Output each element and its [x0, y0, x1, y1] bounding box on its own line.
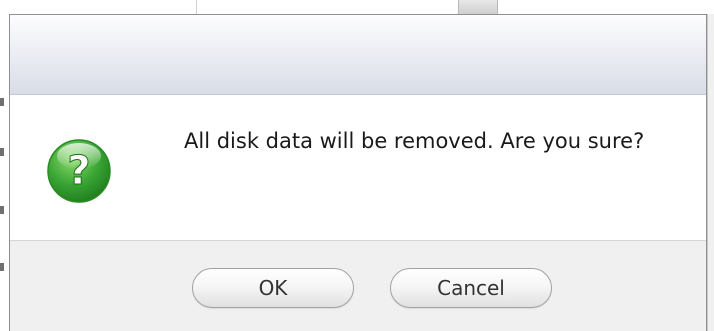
background-right-strip — [707, 14, 714, 331]
background-divider — [196, 0, 197, 14]
background-text-fragment — [0, 206, 4, 214]
background-text-fragment — [0, 148, 4, 156]
background-text-fragment — [0, 263, 4, 271]
cancel-button[interactable]: Cancel — [390, 268, 552, 308]
background-text-fragment — [0, 98, 4, 106]
background-tab — [458, 0, 498, 14]
question-icon: ? — [46, 138, 112, 204]
confirm-message: All disk data will be removed. Are you s… — [184, 129, 645, 153]
dialog-title-bar[interactable] — [10, 15, 706, 95]
background-top-strip — [0, 0, 714, 14]
svg-text:?: ? — [67, 148, 90, 194]
dialog-footer: OK Cancel — [10, 240, 706, 331]
confirm-dialog: ? All disk data will be removed. Are you… — [9, 14, 707, 331]
ok-button[interactable]: OK — [192, 268, 354, 308]
dialog-content: ? All disk data will be removed. Are you… — [10, 95, 706, 240]
background-left-strip — [0, 14, 9, 331]
